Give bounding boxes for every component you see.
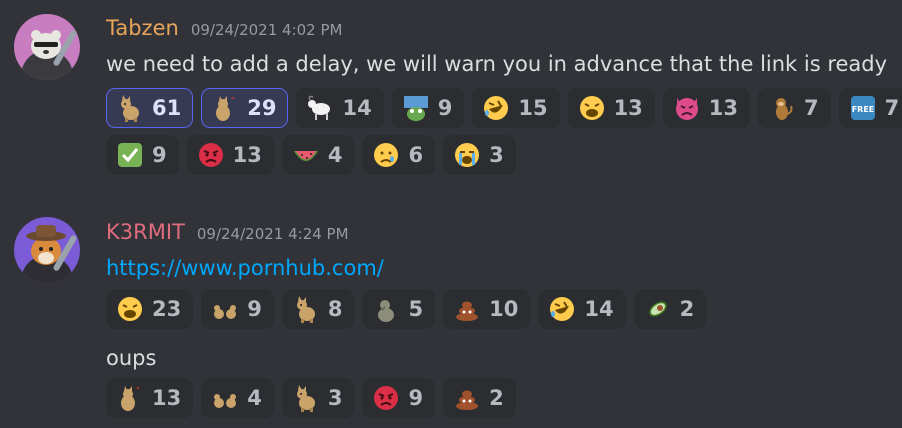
reaction-check-mark[interactable]: 9: [106, 135, 179, 175]
reaction-avocado[interactable]: 2: [633, 289, 707, 329]
svg-text:": ": [231, 96, 235, 104]
rofl-face-icon: [548, 295, 576, 323]
rofl-face-icon: [482, 94, 510, 122]
reaction-crying-face[interactable]: 6: [362, 135, 436, 175]
reaction-rofl-face[interactable]: 14: [538, 289, 626, 329]
message-tabzen: Tabzen 09/24/2021 4:02 PM we need to add…: [0, 0, 902, 190]
reaction-count: 3: [327, 386, 343, 410]
reaction-devil-face[interactable]: 13: [662, 88, 751, 128]
reaction-angry-face[interactable]: 9: [362, 378, 436, 418]
reaction-angry-face[interactable]: 13: [186, 135, 274, 175]
reaction-count: 6: [408, 143, 424, 167]
message-text: we need to add a delay, we will warn you…: [106, 52, 888, 76]
avocado-icon: [644, 295, 672, 323]
angry-face-icon: [372, 384, 400, 412]
reaction-weary-face[interactable]: 23: [106, 289, 194, 329]
reaction-walking-cat[interactable]: 61: [106, 88, 194, 128]
reaction-count: 7: [884, 96, 900, 120]
walking-cat-icon: [116, 94, 144, 122]
reaction-rofl-face[interactable]: 15: [472, 88, 560, 128]
svg-text:FREE: FREE: [851, 105, 874, 114]
reaction-monkey[interactable]: 7: [758, 88, 831, 128]
reaction-thinking-statue[interactable]: 5: [362, 289, 436, 329]
reaction-count: 9: [408, 386, 424, 410]
message-content: https://www.pornhub.com/: [106, 256, 384, 280]
reaction-count: 13: [708, 96, 739, 120]
check-mark-icon: [116, 141, 144, 169]
message-text: oups: [106, 346, 157, 370]
timestamp: 09/24/2021 4:02 PM: [190, 21, 343, 39]
reaction-count: 2: [489, 386, 504, 410]
devil-face-icon: [673, 94, 701, 122]
avatar-dog-icon: [14, 217, 80, 283]
reaction-count: 9: [247, 297, 262, 321]
reaction-walking-cat[interactable]: 3: [281, 378, 355, 418]
reaction-poop[interactable]: 2: [443, 378, 516, 418]
reaction-count: 23: [152, 297, 182, 321]
crying-face-icon: [372, 141, 400, 169]
reaction-count: 5: [408, 297, 424, 321]
username[interactable]: K3RMIT: [106, 220, 185, 244]
reaction-count: 29: [247, 96, 277, 120]
monkey-icon: [768, 94, 796, 122]
cat-icon: ": [211, 94, 239, 122]
reaction-count: 15: [518, 96, 548, 120]
poop-icon: [453, 295, 481, 323]
walking-cat-icon: [292, 295, 320, 323]
reaction-count: 2: [679, 297, 695, 321]
walking-cat-icon: [292, 384, 320, 412]
reaction-pepe-sign[interactable]: 9: [391, 88, 465, 128]
message-link[interactable]: https://www.pornhub.com/: [106, 256, 384, 280]
username[interactable]: Tabzen: [106, 16, 179, 40]
cat-icon: ": [116, 384, 144, 412]
weary-face-icon: [116, 295, 144, 323]
reaction-count: 4: [327, 143, 343, 167]
timestamp: 09/24/2021 4:24 PM: [196, 225, 349, 243]
reaction-count: 9: [152, 143, 167, 167]
reaction-count: 9: [437, 96, 453, 120]
reaction-row: 9 13 4 6 3: [106, 135, 516, 175]
dancing-cats-icon: [211, 384, 239, 412]
reaction-cat[interactable]: " 13: [106, 378, 194, 418]
reaction-count: 13: [613, 96, 643, 120]
reaction-count: 14: [584, 297, 614, 321]
reaction-poop[interactable]: 10: [443, 289, 531, 329]
reaction-cat[interactable]: " 29: [201, 88, 289, 128]
avatar[interactable]: [14, 14, 80, 80]
free-button-icon: FREE: [849, 94, 877, 122]
loudly-crying-face-icon: [453, 141, 481, 169]
pepe-sign-icon: [402, 94, 430, 122]
watermelon-icon: [292, 141, 320, 169]
angry-face-icon: [197, 141, 225, 169]
dancing-cats-icon: [211, 295, 239, 323]
reaction-count: 61: [152, 96, 182, 120]
reaction-row: 61 " 29 14 9 15 13 13 7 FREE 7: [106, 88, 902, 128]
reaction-dancing-cats[interactable]: 9: [201, 289, 274, 329]
reaction-count: 14: [342, 96, 372, 120]
reaction-count: 10: [489, 297, 519, 321]
reaction-count: 4: [247, 386, 262, 410]
reaction-free-button[interactable]: FREE 7: [838, 88, 902, 128]
weary-face-icon: [578, 94, 606, 122]
reaction-row: " 13 4 3 9 2: [106, 378, 516, 418]
reaction-count: 8: [327, 297, 343, 321]
goat-icon: [306, 94, 334, 122]
reaction-watermelon[interactable]: 4: [281, 135, 355, 175]
avatar-bear-icon: [14, 14, 80, 80]
reaction-count: 13: [152, 386, 182, 410]
reaction-count: 7: [804, 96, 819, 120]
reaction-goat[interactable]: 14: [296, 88, 384, 128]
reaction-row: 23 9 8 5 10 14 2: [106, 289, 707, 329]
reaction-weary-face[interactable]: 13: [567, 88, 655, 128]
reaction-walking-cat[interactable]: 8: [281, 289, 355, 329]
avatar[interactable]: [14, 217, 80, 283]
reaction-count: 13: [232, 143, 262, 167]
thinking-statue-icon: [372, 295, 400, 323]
reaction-count: 3: [489, 143, 504, 167]
svg-text:": ": [136, 386, 140, 394]
reaction-dancing-cats[interactable]: 4: [201, 378, 274, 418]
poop-icon: [453, 384, 481, 412]
reaction-loudly-crying-face[interactable]: 3: [443, 135, 516, 175]
message-k3rmit: K3RMIT 09/24/2021 4:24 PM https://www.po…: [0, 200, 902, 428]
